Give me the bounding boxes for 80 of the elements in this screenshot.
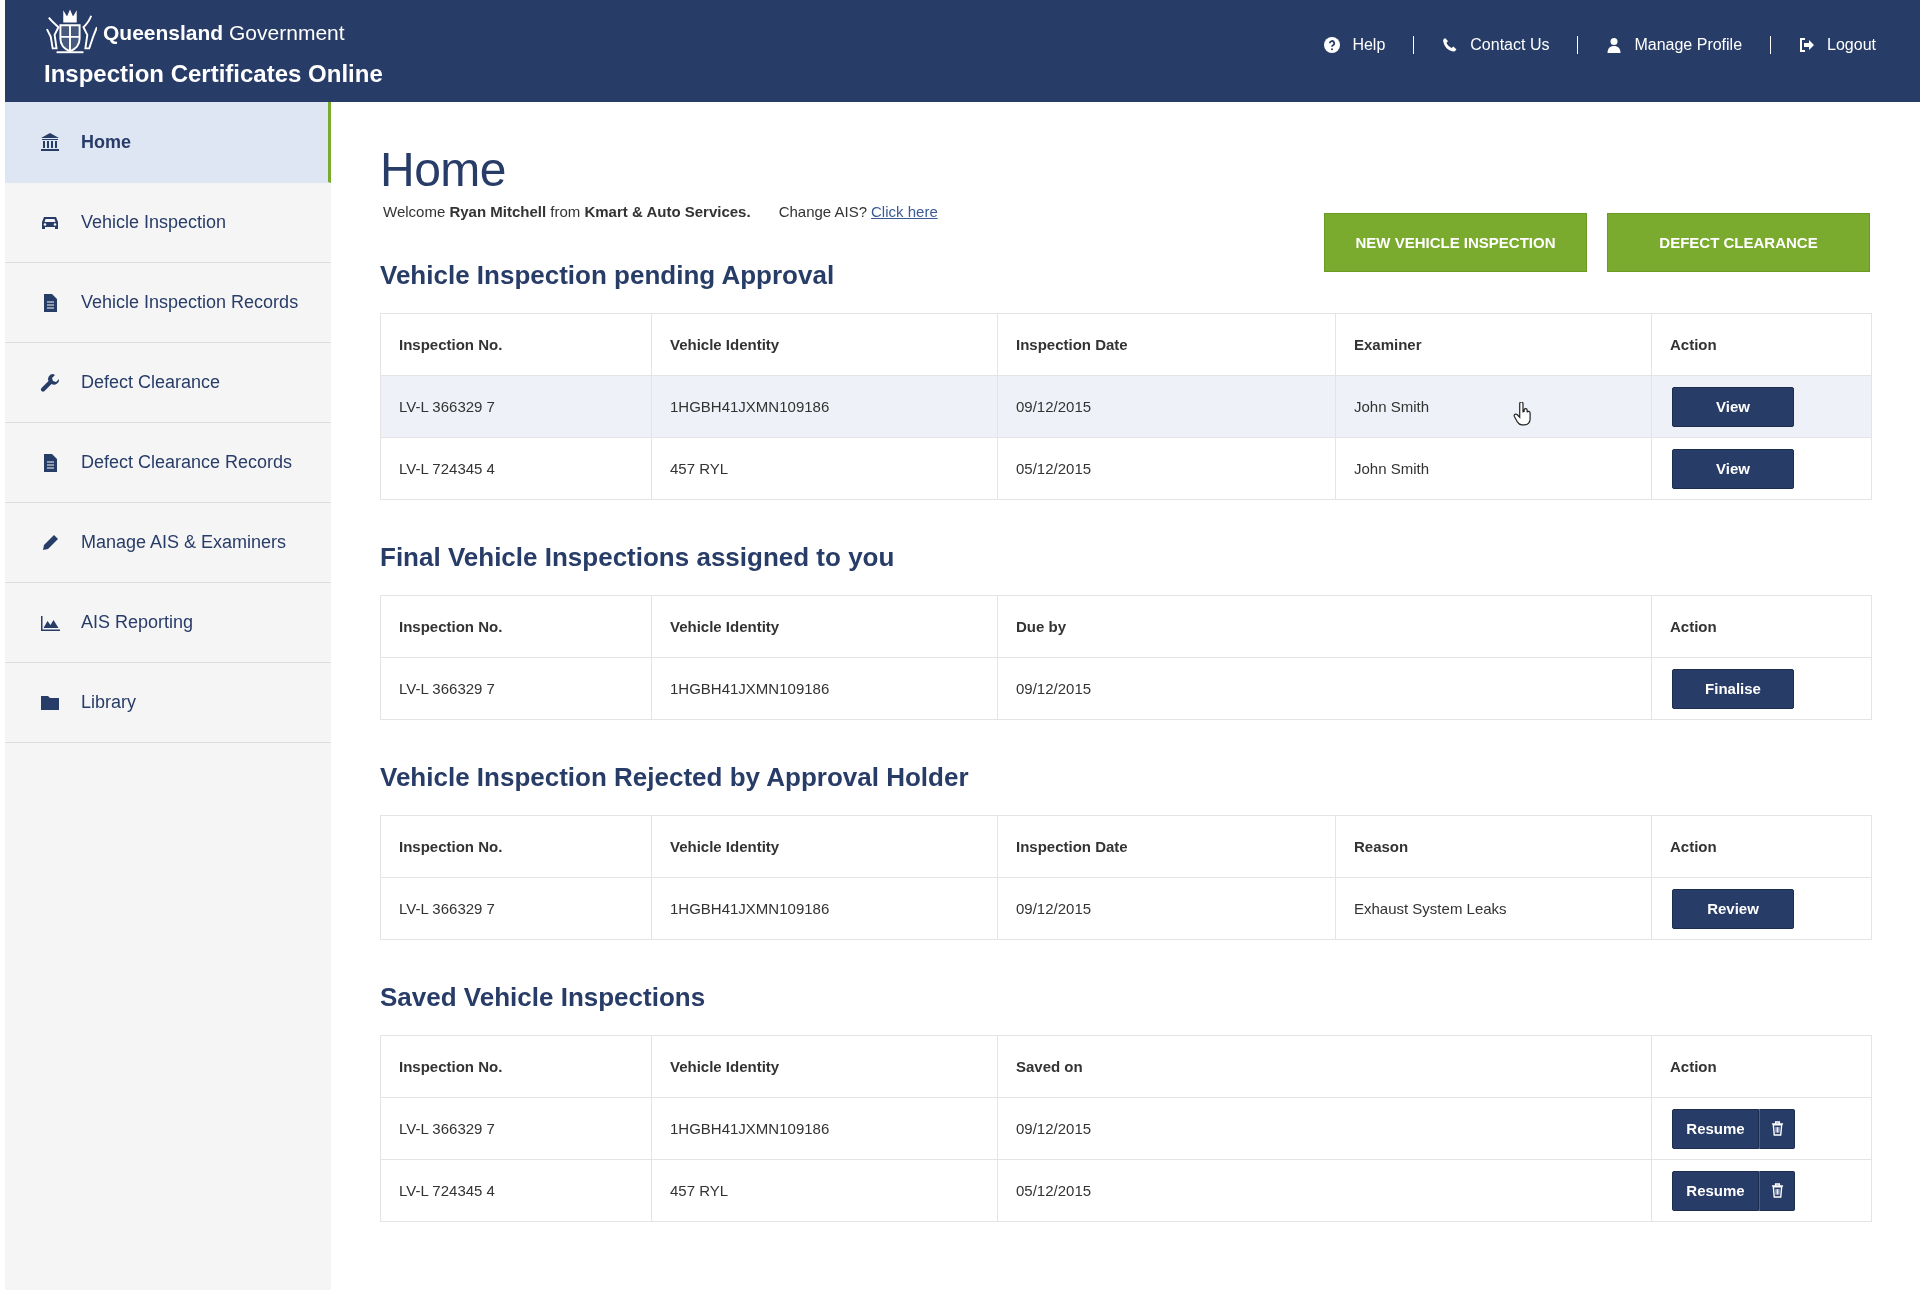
wrench-icon — [40, 372, 60, 393]
column-header: Vehicle Identity — [651, 1036, 997, 1097]
bank-icon — [40, 132, 60, 152]
logout-icon — [1799, 37, 1816, 53]
section-title: Vehicle Inspection Rejected by Approval Holder — [380, 762, 970, 793]
table-cell: 09/12/2015 — [997, 1098, 1651, 1159]
sidebar-item[interactable]: Defect Clearance Records — [5, 423, 331, 503]
sidebar-item[interactable]: Manage AIS & Examiners — [5, 503, 331, 583]
table-cell-text: LV-L 366329 7 — [398, 899, 496, 919]
column-header: Inspection No. — [398, 837, 504, 857]
column-header: Inspection No. — [398, 1057, 504, 1077]
column-header: Action — [1651, 596, 1871, 657]
section-title: Saved Vehicle Inspections — [380, 982, 707, 1013]
sidebar-item[interactable]: Vehicle Inspection — [5, 183, 331, 263]
table-cell: 1HGBH41JXMN109186 — [651, 1098, 997, 1159]
table-row[interactable]: LV-L 724345 4 457 RYL 05/12/2015 John Smith View — [381, 437, 1871, 499]
column-header: Saved on — [997, 1036, 1651, 1097]
table-cell: 09/12/2015 — [997, 376, 1335, 437]
table-row[interactable]: LV-L 366329 7 1HGBH41JXMN109186 09/12/2015 Finalise — [381, 657, 1871, 719]
column-header: Action — [1651, 1036, 1871, 1097]
government-name: Queensland Government — [103, 21, 345, 45]
table-row[interactable]: LV-L 366329 7 1HGBH41JXMN109186 09/12/2015 Exhaust System Leaks Review — [381, 877, 1871, 939]
nav-link[interactable]: Help — [1308, 36, 1402, 54]
sidebar-item[interactable]: Defect Clearance — [5, 343, 331, 423]
table-cell-text: LV-L 724345 4 — [398, 459, 496, 479]
table-row[interactable]: LV-L 366329 7 1HGBH41JXMN109186 09/12/2015 John Smith View — [381, 375, 1871, 437]
sidebar-item[interactable]: Vehicle Inspection Records — [5, 263, 331, 343]
table-row[interactable]: LV-L 366329 7 1HGBH41JXMN109186 09/12/2015 Resume — [381, 1097, 1871, 1159]
app-title: Inspection Certificates Online — [44, 60, 383, 88]
table-cell: 05/12/2015 — [997, 1160, 1651, 1221]
help-icon — [1324, 37, 1341, 53]
click-here-link[interactable]: Click here — [871, 203, 938, 220]
user-icon — [1606, 37, 1623, 53]
table-cell-text: LV-L 724345 4 — [398, 1181, 496, 1201]
sidebar-item[interactable]: Home — [5, 102, 331, 183]
column-header: Action — [1651, 816, 1871, 877]
delete-button[interactable] — [1759, 1170, 1795, 1211]
row-action-button[interactable]: Resume — [1672, 1108, 1759, 1149]
table-cell-text: LV-L 366329 7 — [398, 679, 496, 699]
welcome-text: Welcome Ryan Mitchell from Kmart & Auto Services. — [383, 203, 751, 220]
sidebar-item[interactable]: AIS Reporting — [5, 583, 331, 663]
row-action-button[interactable]: View — [1672, 386, 1794, 427]
table-cell-text: LV-L 366329 7 — [398, 397, 496, 417]
sidebar-item[interactable]: Library — [5, 663, 331, 743]
column-header: Vehicle Identity — [651, 596, 997, 657]
nav-link[interactable]: Logout — [1783, 36, 1892, 54]
trash-icon — [1770, 1183, 1784, 1198]
nav-link[interactable]: Manage Profile — [1590, 36, 1759, 54]
table-cell: Exhaust System Leaks — [1335, 878, 1651, 939]
table-cell: 457 RYL — [651, 438, 997, 499]
table-cell-text: LV-L 366329 7 — [398, 1119, 496, 1139]
column-header: Inspection No. — [398, 335, 504, 355]
table-cell: 1HGBH41JXMN109186 — [651, 376, 997, 437]
column-header: Inspection Date — [997, 816, 1335, 877]
table-cell: 05/12/2015 — [997, 438, 1335, 499]
row-action-button[interactable]: Resume — [1672, 1170, 1759, 1211]
column-header: Reason — [1335, 816, 1651, 877]
pencil-icon — [40, 532, 60, 553]
page-title: Home — [380, 142, 508, 197]
column-header: Due by — [997, 596, 1651, 657]
table-cell: 1HGBH41JXMN109186 — [651, 878, 997, 939]
trash-icon — [1770, 1121, 1784, 1136]
table-cell: 09/12/2015 — [997, 878, 1335, 939]
change-ais-text: Change AIS? — [778, 203, 868, 220]
section-title: Final Vehicle Inspections assigned to you — [380, 542, 896, 573]
phone-icon — [1442, 37, 1459, 53]
nav-link[interactable]: Contact Us — [1426, 36, 1566, 54]
table-cell: John Smith — [1335, 438, 1651, 499]
section-title: Vehicle Inspection pending Approval — [380, 260, 836, 291]
hand-cursor-icon — [1513, 402, 1533, 426]
delete-button[interactable] — [1759, 1108, 1795, 1149]
table-cell: 1HGBH41JXMN109186 — [651, 658, 997, 719]
table-cell: 09/12/2015 — [997, 658, 1651, 719]
row-action-button[interactable]: View — [1672, 448, 1794, 489]
column-header: Inspection No. — [398, 617, 504, 637]
row-action-button[interactable]: Finalise — [1672, 668, 1794, 709]
column-header: Vehicle Identity — [651, 816, 997, 877]
row-action-button[interactable]: Review — [1672, 888, 1794, 929]
table-cell: 457 RYL — [651, 1160, 997, 1221]
table-row[interactable]: LV-L 724345 4 457 RYL 05/12/2015 Resume — [381, 1159, 1871, 1221]
